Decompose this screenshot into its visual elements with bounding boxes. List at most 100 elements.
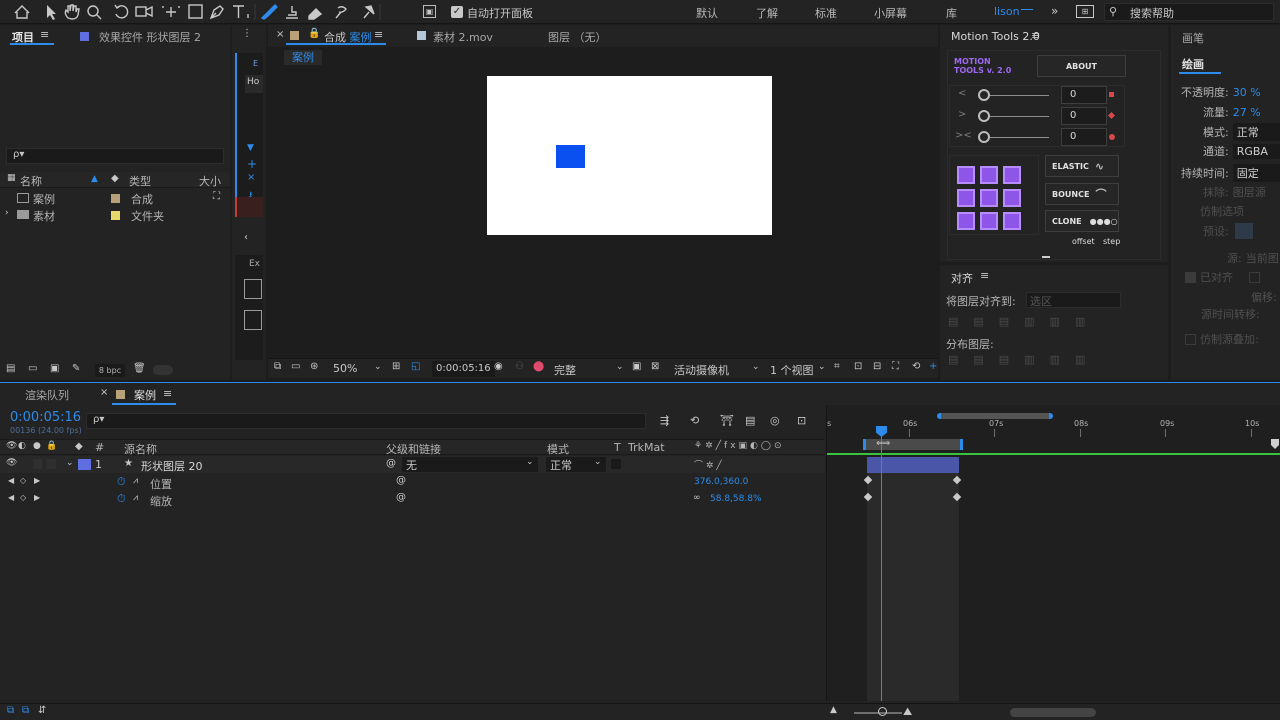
horizontal-scrollbar[interactable] <box>1010 708 1096 717</box>
anchor-bottom-center[interactable] <box>980 212 998 230</box>
twirl-open-icon[interactable]: ⌄ <box>66 458 74 468</box>
bpc-button[interactable]: 8 bpc <box>95 364 125 377</box>
chevron-down-icon[interactable]: ▼ <box>247 143 254 153</box>
bounce-button[interactable]: BOUNCE ⌒ <box>1045 183 1119 205</box>
zoom-in-icon[interactable]: ⛰ <box>903 705 912 719</box>
close-icon[interactable]: × <box>247 172 255 183</box>
layer-switches-toggle-icon[interactable]: ⧉ <box>7 705 14 716</box>
graph-editor-icon[interactable]: ⊡ <box>797 414 806 427</box>
prev-keyframe-icon[interactable]: ◀ <box>8 493 14 502</box>
transfer-controls-toggle-icon[interactable]: ⧉ <box>22 705 29 716</box>
time-ruler[interactable]: s 06s 07s 08s 09s 10s <box>827 419 1280 439</box>
right-comp-marker[interactable] <box>1271 439 1279 449</box>
project-settings-icon[interactable]: ✎ <box>72 363 80 374</box>
ease-both-input[interactable]: 0 <box>1061 128 1107 146</box>
stopwatch-icon[interactable]: ⏱ <box>117 475 126 489</box>
edit-workspaces-icon[interactable]: ⊞ <box>1076 5 1094 18</box>
graph-icon[interactable]: ⩘ <box>133 476 138 486</box>
add-icon[interactable]: + <box>247 157 257 171</box>
more-icon[interactable]: + <box>929 361 937 372</box>
snapshot-icon[interactable]: ◉ <box>494 361 503 372</box>
shy-icon[interactable]: ⛩ <box>720 414 734 427</box>
column-source-name[interactable]: 源名称 <box>124 441 157 457</box>
anchor-top-left[interactable] <box>957 166 975 184</box>
draft-3d-icon[interactable]: ⟲ <box>690 414 699 427</box>
workspace-learn[interactable]: 了解 <box>756 5 778 21</box>
motion-tools-title[interactable]: Motion Tools 2.0 <box>951 30 1040 43</box>
zoom-select[interactable]: 50% ⌄ <box>329 361 384 377</box>
tab-footage[interactable]: 素材 2.mov <box>433 29 493 45</box>
column-parent[interactable]: 父级和链接 <box>386 441 441 457</box>
exposure-icon[interactable]: ⟲ <box>912 361 920 372</box>
ease-in-input[interactable]: 0 <box>1061 86 1107 104</box>
ease-in-slider-knob[interactable] <box>978 89 990 101</box>
timeline-search-input[interactable]: ρ▾ <box>86 413 646 429</box>
flow-value[interactable]: 27 % <box>1233 106 1261 119</box>
grid-icon[interactable]: ⊞ <box>392 361 400 372</box>
anchor-middle-left[interactable] <box>957 189 975 207</box>
new-folder-icon[interactable]: ▭ <box>28 363 37 374</box>
lock-box[interactable] <box>47 459 56 469</box>
opacity-value[interactable]: 30 % <box>1233 86 1261 99</box>
zoom-out-icon[interactable]: ▲ <box>830 705 837 715</box>
panel-menu-icon[interactable]: ≡ <box>980 269 989 282</box>
timeline-timecode[interactable]: 0:00:05:16 <box>10 410 81 425</box>
tab-timeline-comp[interactable]: 案例 <box>134 387 156 403</box>
workspace-small-screen[interactable]: 小屏幕 <box>874 5 907 21</box>
fast-previews-icon[interactable]: ⊡ <box>854 361 862 372</box>
timeline-icon[interactable]: ⊟ <box>873 361 881 372</box>
close-tab-icon[interactable]: × <box>276 29 284 40</box>
expand-arrow-icon[interactable]: › <box>5 208 9 218</box>
panel-menu-icon[interactable]: ≡ <box>40 28 49 41</box>
list-item[interactable]: › 素材 文件夹 <box>0 207 210 223</box>
frame-blending-icon[interactable]: ▤ <box>745 414 755 427</box>
column-mode[interactable]: 模式 <box>547 441 569 457</box>
comp-mini-flowchart-icon[interactable]: ⇶ <box>660 414 669 427</box>
tab-layer[interactable]: 图层 （无） <box>548 29 607 45</box>
pick-whip-icon[interactable]: @ <box>396 492 406 503</box>
blue-shape-layer[interactable] <box>556 145 585 168</box>
toggle-transparency-icon[interactable]: ▣ <box>423 5 436 18</box>
offset-label[interactable]: offset <box>1072 237 1095 246</box>
collapse-icon[interactable]: ‹ <box>244 232 248 243</box>
region-icon[interactable]: ◱ <box>411 361 420 372</box>
column-type[interactable]: 类型 <box>129 173 151 189</box>
channel-select[interactable]: RGBA <box>1232 143 1280 159</box>
workspace-user[interactable]: lison <box>994 5 1020 18</box>
trkmat-box[interactable] <box>611 459 621 469</box>
in-out-toggle-icon[interactable]: ⇵ <box>38 705 46 716</box>
align-title[interactable]: 对齐 <box>951 270 973 286</box>
new-comp-icon[interactable]: ▣ <box>50 363 59 374</box>
paint-title[interactable]: 绘画 <box>1182 56 1204 72</box>
solo-box[interactable] <box>33 459 42 469</box>
panel-menu-icon[interactable]: ≡ <box>163 387 172 400</box>
next-keyframe-icon[interactable]: ▶ <box>34 476 40 485</box>
parent-select[interactable]: 无 ⌄ <box>402 457 538 472</box>
views-select[interactable]: 1 个视图 ⌄ <box>768 361 828 377</box>
more-workspaces-icon[interactable]: » <box>1051 4 1058 18</box>
zoom-slider-knob[interactable] <box>878 707 887 716</box>
scale-value[interactable]: 58.8,58.8% <box>710 494 762 504</box>
constrain-proportions-icon[interactable]: ∞ <box>693 493 701 503</box>
motion-blur-icon[interactable]: ◎ <box>770 414 780 427</box>
step-label[interactable]: step <box>1103 237 1120 246</box>
lock-toggle-icon[interactable]: 🔒 <box>46 441 57 451</box>
align-to-select[interactable]: 选区 <box>1026 292 1121 308</box>
tab-brushes[interactable]: 画笔 <box>1182 30 1204 46</box>
add-keyframe-icon[interactable]: ◇ <box>20 476 26 485</box>
table-row[interactable]: 👁 ⌄ 1 ★ 形状图层 20 @ 无 ⌄ 正常 ⌄ ⌒ ✲ ╱ <box>0 456 825 473</box>
resolution-select[interactable]: 完整 ⌄ <box>550 361 626 377</box>
add-keyframe-icon[interactable]: ◇ <box>20 493 26 502</box>
tab-render-queue[interactable]: 渲染队列 <box>25 387 69 403</box>
camera-select[interactable]: 活动摄像机 ⌄ <box>670 361 762 377</box>
workspace-standard[interactable]: 标准 <box>815 5 837 21</box>
ease-out-input[interactable]: 0 <box>1061 107 1107 125</box>
comp-canvas[interactable] <box>487 76 772 235</box>
solo-toggle-icon[interactable]: ● <box>33 441 41 451</box>
breadcrumb[interactable]: 案例 <box>284 50 322 65</box>
auto-open-checkbox[interactable]: ✓ <box>451 6 463 18</box>
mask-icon[interactable]: ⊛ <box>310 361 318 372</box>
anchor-bottom-left[interactable] <box>957 212 975 230</box>
always-preview-icon[interactable]: ⧉ <box>274 361 281 372</box>
anchor-middle-right[interactable] <box>1003 189 1021 207</box>
